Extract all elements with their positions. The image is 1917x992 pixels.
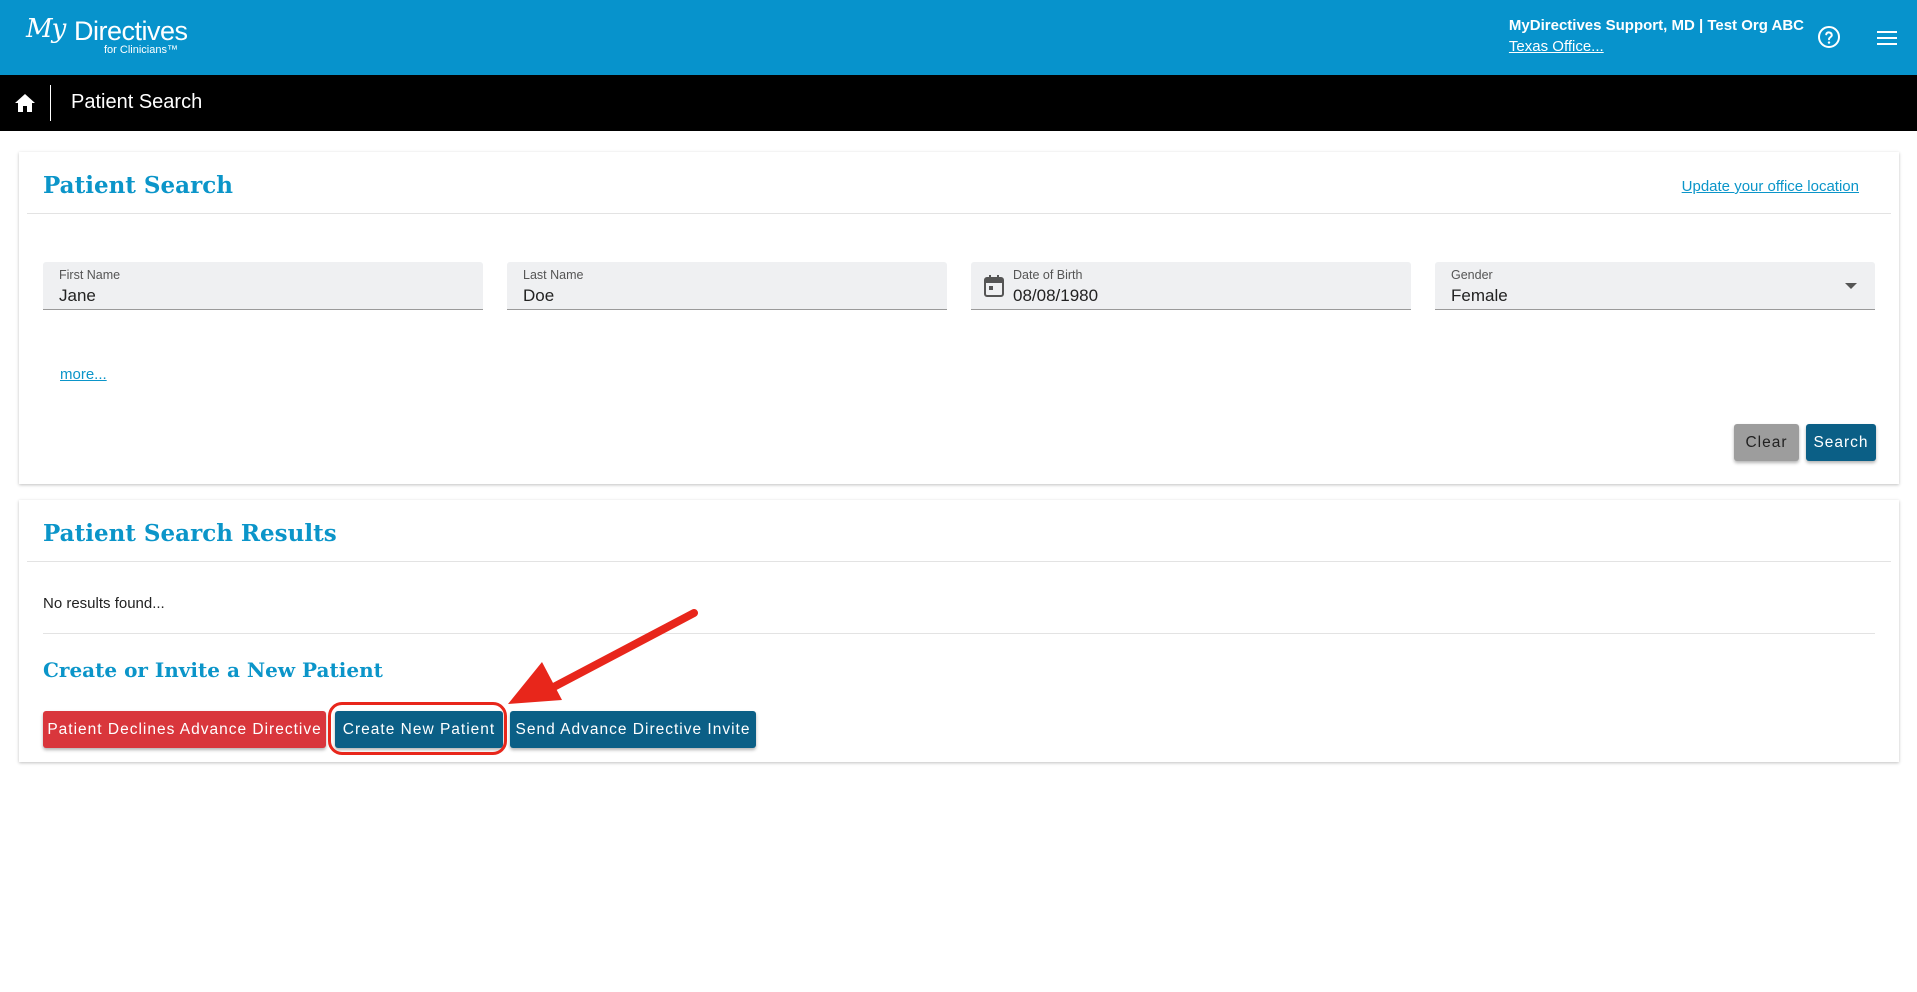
- last-name-value: Doe: [523, 286, 555, 305]
- results-divider: [43, 633, 1875, 634]
- dob-label: Date of Birth: [1013, 268, 1083, 282]
- create-invite-heading: Create or Invite a New Patient: [43, 658, 383, 682]
- logo-word: Directives: [74, 16, 188, 46]
- last-name-field[interactable]: Last Name Doe: [507, 262, 947, 310]
- more-fields-link[interactable]: more...: [60, 366, 107, 383]
- logo-script: My: [26, 14, 66, 44]
- patient-search-card: Patient Search Update your office locati…: [19, 152, 1899, 484]
- breadcrumb-bar: Patient Search: [0, 75, 1917, 131]
- office-selector-link[interactable]: Texas Office...: [1509, 38, 1804, 55]
- patient-declines-button[interactable]: Patient Declines Advance Directive: [43, 711, 326, 748]
- mydirectives-logo[interactable]: My Directives for Clinicians™: [26, 14, 188, 64]
- results-card-title: Patient Search Results: [43, 520, 337, 547]
- logo-subtitle: for Clinicians™: [104, 44, 178, 56]
- no-results-message: No results found...: [43, 595, 165, 612]
- update-office-location-link[interactable]: Update your office location: [1682, 178, 1859, 195]
- hamburger-menu-icon[interactable]: [1875, 27, 1899, 49]
- date-of-birth-field[interactable]: Date of Birth 08/08/1980: [971, 262, 1411, 310]
- gender-select[interactable]: Gender Female: [1435, 262, 1875, 310]
- create-new-patient-button[interactable]: Create New Patient: [335, 711, 503, 748]
- page-title: Patient Search: [71, 91, 203, 113]
- card-divider: [27, 213, 1891, 214]
- search-button[interactable]: Search: [1806, 424, 1876, 461]
- first-name-field[interactable]: First Name Jane: [43, 262, 483, 310]
- user-name: MyDirectives Support, MD | Test Org ABC: [1508, 17, 1804, 34]
- gender-value: Female: [1451, 286, 1508, 305]
- first-name-value: Jane: [59, 286, 96, 305]
- app-header: My Directives for Clinicians™ MyDirectiv…: [0, 0, 1917, 75]
- nav-divider: [50, 85, 51, 121]
- calendar-icon[interactable]: [983, 274, 1005, 298]
- first-name-label: First Name: [59, 268, 121, 282]
- last-name-label: Last Name: [523, 268, 584, 282]
- home-icon[interactable]: [13, 91, 37, 115]
- help-circle-icon[interactable]: [1817, 25, 1841, 49]
- patient-search-results-card: Patient Search Results No results found.…: [19, 500, 1899, 762]
- send-invite-button[interactable]: Send Advance Directive Invite: [510, 711, 756, 748]
- gender-label: Gender: [1451, 268, 1493, 282]
- dob-value: 08/08/1980: [1013, 286, 1099, 305]
- search-card-title: Patient Search: [43, 172, 233, 199]
- chevron-down-icon[interactable]: [1845, 283, 1857, 289]
- user-info: MyDirectives Support, MD | Test Org ABC …: [1509, 17, 1804, 55]
- card-divider: [27, 561, 1891, 562]
- clear-button[interactable]: Clear: [1734, 424, 1799, 461]
